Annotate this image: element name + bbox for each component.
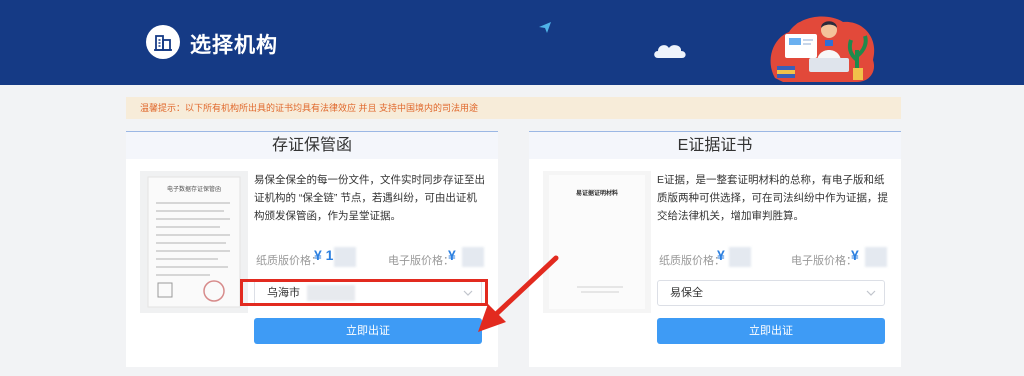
highlight-box xyxy=(240,279,488,306)
card-deposit-letter: 存证保管函 电子数据存证保管函 易保全保全的每一份文件，文件实时同步存证至出证机… xyxy=(126,131,498,367)
page-title: 选择机构 xyxy=(190,34,278,57)
building-icon xyxy=(146,25,180,59)
paper-plane-icon xyxy=(539,22,551,33)
chevron-down-icon xyxy=(866,290,876,296)
issue-certificate-button[interactable]: 立即出证 xyxy=(657,318,885,344)
header-banner: 选择机构 xyxy=(0,0,1024,85)
card-description: 易保全保全的每一份文件，文件实时同步存证至出证机构的 “保全链” 节点，若遇纠纷… xyxy=(254,174,485,222)
blurred-price xyxy=(729,247,751,267)
notice-banner: 温馨提示：以下所有机构所出具的证书均具有法律效应 并且 支持中国境内的司法用途 xyxy=(126,97,901,119)
card-title: 存证保管函 xyxy=(126,131,498,159)
cloud-icon xyxy=(654,45,686,58)
doc-caption: 电子数据存证保管函 xyxy=(167,185,221,193)
red-arrow-icon xyxy=(478,255,559,332)
digital-price-value: ¥ xyxy=(448,247,456,263)
digital-price-value: ¥ xyxy=(851,247,859,263)
blurred-price xyxy=(334,247,356,267)
paper-price-value: ¥ xyxy=(717,247,725,263)
select-value: 易保全 xyxy=(670,287,703,299)
paper-price-value: ¥ 1 xyxy=(314,247,334,263)
institution-select[interactable]: 易保全 xyxy=(657,280,885,306)
digital-price-label: 电子版价格： xyxy=(791,255,857,267)
card-description: E证据，是一整套证明材料的总称，有电子版和纸质版两种可供选择，可在司法纠纷中作为… xyxy=(657,174,888,222)
card-title: E证据证书 xyxy=(529,131,901,159)
paper-price-label: 纸质版价格： xyxy=(256,255,322,267)
issue-certificate-button[interactable]: 立即出证 xyxy=(254,318,482,344)
doc-caption: 易证据证明材料 xyxy=(575,189,618,197)
digital-price-label: 电子版价格： xyxy=(388,255,454,267)
document-preview-image: 电子数据存证保管函 xyxy=(140,171,248,313)
blurred-price xyxy=(865,247,887,267)
office-illustration-icon xyxy=(770,16,875,82)
paper-price-label: 纸质版价格： xyxy=(659,255,725,267)
card-e-evidence: E证据证书 易证据证明材料 E证据，是一整套证明材料的总称，有电子版和纸质版两种… xyxy=(529,131,901,367)
